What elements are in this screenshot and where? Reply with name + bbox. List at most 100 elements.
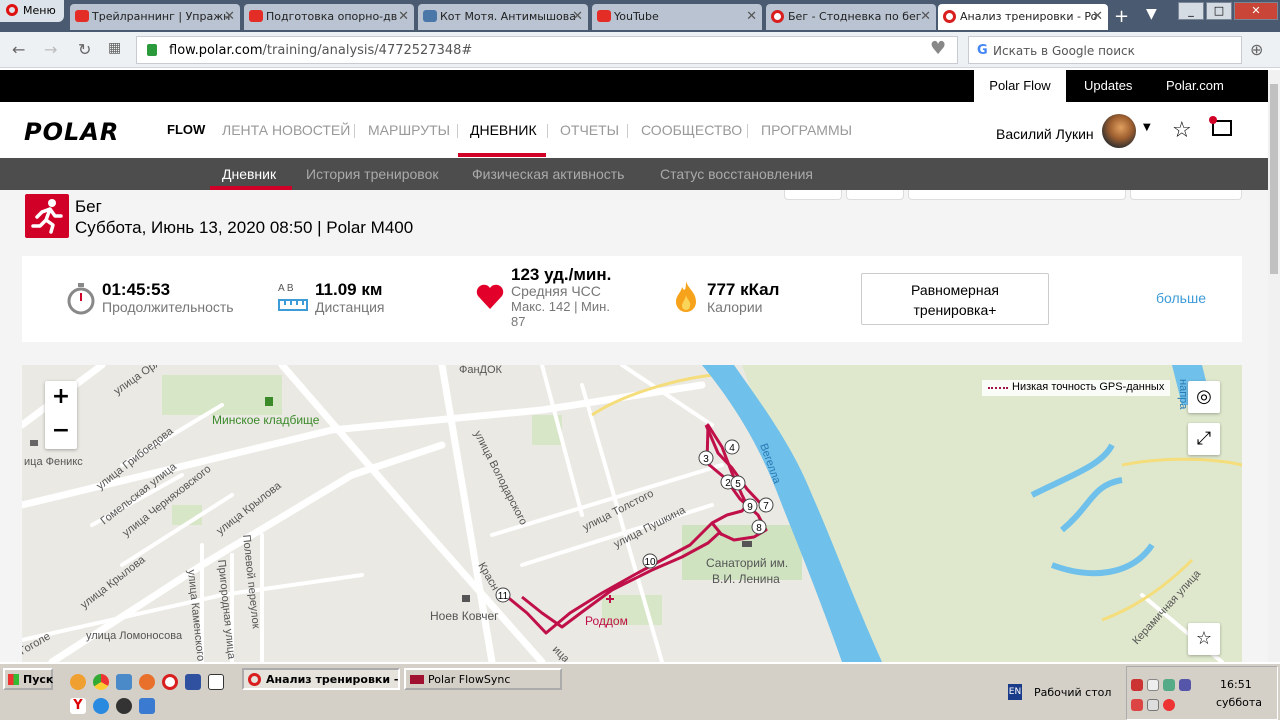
- browser-menu-button[interactable]: Меню: [0, 0, 64, 22]
- distance-value: 11.09 км: [315, 280, 383, 299]
- language-indicator[interactable]: EN: [1008, 684, 1022, 700]
- benefit-line-2: тренировка+: [913, 302, 997, 318]
- close-tab-icon[interactable]: ✕: [398, 9, 409, 24]
- tray-icon[interactable]: [1131, 699, 1143, 711]
- km-marker[interactable]: 11: [495, 587, 511, 603]
- duration-value: 01:45:53: [102, 280, 171, 299]
- forward-arrow-icon[interactable]: →: [44, 40, 57, 59]
- nav-programs[interactable]: ПРОГРАММЫ: [761, 122, 852, 138]
- updates-link[interactable]: Updates: [1084, 70, 1132, 102]
- flow-label: FLOW: [167, 122, 206, 137]
- close-window-icon[interactable]: ✕: [1234, 2, 1278, 20]
- tray-icon[interactable]: [1179, 679, 1191, 691]
- back-arrow-icon[interactable]: ←: [12, 40, 25, 59]
- close-tab-icon[interactable]: ✕: [920, 9, 931, 24]
- close-tab-icon[interactable]: ✕: [224, 9, 235, 24]
- nav-routes[interactable]: МАРШРУТЫ: [368, 122, 450, 138]
- close-tab-icon[interactable]: ✕: [572, 9, 583, 24]
- internet-explorer-icon[interactable]: [93, 698, 109, 714]
- url-field[interactable]: flow.polar.com/training/analysis/4772527…: [136, 36, 958, 64]
- fullscreen-icon[interactable]: ⤢: [1188, 423, 1220, 455]
- tab-analiz-trenirovki[interactable]: Анализ тренировки - Po ✕: [938, 4, 1108, 30]
- km-marker[interactable]: 9: [742, 498, 758, 514]
- tray-icon[interactable]: [1147, 699, 1159, 711]
- minimize-window-icon[interactable]: _: [1178, 2, 1204, 20]
- map-label: Минское кладбище: [212, 413, 320, 427]
- yandex-icon[interactable]: Y: [70, 698, 86, 714]
- scrollbar-thumb[interactable]: [1270, 84, 1278, 274]
- km-marker[interactable]: 5: [730, 475, 746, 491]
- maximize-window-icon[interactable]: □: [1206, 2, 1232, 20]
- tab-youtube[interactable]: YouTube ✕: [592, 4, 762, 30]
- firefox-icon[interactable]: [139, 674, 155, 690]
- km-marker[interactable]: 4: [724, 439, 740, 455]
- polar-flow-link[interactable]: Polar Flow: [974, 70, 1066, 102]
- quicklaunch-app-icon[interactable]: [70, 674, 86, 690]
- favorite-route-star-icon[interactable]: ☆: [1188, 623, 1220, 655]
- polar-logo[interactable]: POLAR: [24, 118, 119, 146]
- search-field[interactable]: G Искать в Google поиск: [968, 36, 1242, 64]
- toolbar-button[interactable]: [784, 190, 842, 200]
- close-tab-icon[interactable]: ✕: [746, 9, 757, 24]
- tray-icon[interactable]: [1163, 679, 1175, 691]
- distance-label: Дистанция: [315, 299, 385, 315]
- user-name[interactable]: Василий Лукин: [996, 126, 1094, 142]
- tray-icon[interactable]: [1147, 679, 1159, 691]
- media-player-icon[interactable]: [116, 698, 132, 714]
- polar-com-link[interactable]: Polar.com: [1166, 70, 1224, 102]
- save-disk-icon[interactable]: [185, 674, 201, 690]
- tab-kot-motya[interactable]: Кот Мотя. Антимышова ✕: [418, 4, 588, 30]
- toolbar-button[interactable]: [846, 190, 904, 200]
- subnav-recovery-status[interactable]: Статус восстановления: [660, 166, 813, 182]
- close-tab-icon[interactable]: ✕: [1092, 9, 1103, 24]
- subnav-training-history[interactable]: История тренировок: [306, 166, 438, 182]
- taskbar-opera-window[interactable]: Анализ тренировки - ...: [242, 668, 400, 690]
- tray-icon[interactable]: [1131, 679, 1143, 691]
- zoom-out-button[interactable]: −: [45, 415, 77, 449]
- training-benefit-button[interactable]: Равномерная тренировка+: [861, 273, 1049, 325]
- km-marker[interactable]: 3: [698, 450, 714, 466]
- chevron-down-icon[interactable]: ▼: [1143, 122, 1151, 133]
- nav-separator: [547, 124, 548, 138]
- toolbar-button[interactable]: [1130, 190, 1242, 200]
- toolbar-button[interactable]: [908, 190, 1126, 200]
- reload-icon[interactable]: ↻: [78, 40, 91, 59]
- notifications-icon[interactable]: [1209, 116, 1232, 136]
- km-marker[interactable]: 7: [758, 497, 774, 513]
- subnav-diary[interactable]: Дневник: [222, 166, 276, 182]
- tab-trailrunning[interactable]: Трейлраннинг | Упражн ✕: [70, 4, 240, 30]
- chrome-icon[interactable]: [93, 674, 109, 690]
- quicklaunch-app-icon[interactable]: [139, 698, 155, 714]
- subnav-physical-activity[interactable]: Физическая активность: [472, 166, 624, 182]
- bookmark-heart-icon[interactable]: ♥: [930, 38, 946, 59]
- route-map[interactable]: улица Орл ФанДОК Минское кладбище улица …: [22, 365, 1242, 662]
- nav-diary[interactable]: ДНЕВНИК: [470, 122, 537, 138]
- km-marker[interactable]: 10: [642, 553, 658, 569]
- tab-podgotovka[interactable]: Подготовка опорно-дв ✕: [244, 4, 414, 30]
- calculator-icon[interactable]: [208, 674, 224, 690]
- avatar[interactable]: [1102, 114, 1136, 148]
- more-link[interactable]: больше: [1156, 290, 1206, 306]
- map-label: Ноев Ковчег: [430, 609, 499, 623]
- tab-menu-icon[interactable]: ▼: [1146, 6, 1157, 22]
- new-tab-icon[interactable]: +: [1114, 6, 1129, 27]
- site-header: POLAR FLOW ЛЕНТА НОВОСТЕЙ МАРШРУТЫ ДНЕВН…: [0, 102, 1268, 158]
- opera-icon[interactable]: [162, 674, 178, 690]
- start-button[interactable]: Пуск: [3, 668, 53, 690]
- km-marker[interactable]: 8: [751, 519, 767, 535]
- nav-reports[interactable]: ОТЧЕТЫ: [560, 122, 619, 138]
- tab-beg-stodnevka[interactable]: Бег - Стодневка по бег ✕: [766, 4, 936, 30]
- vk-icon: [423, 10, 437, 22]
- zoom-in-button[interactable]: +: [45, 381, 77, 415]
- speed-dial-icon[interactable]: ▦: [108, 40, 121, 56]
- quicklaunch-app-icon[interactable]: [116, 674, 132, 690]
- nav-news[interactable]: ЛЕНТА НОВОСТЕЙ: [222, 122, 350, 138]
- taskbar-flowsync-window[interactable]: Polar FlowSync: [404, 668, 562, 690]
- page-scrollbar[interactable]: [1268, 70, 1280, 662]
- favorites-star-icon[interactable]: ☆: [1172, 118, 1192, 143]
- nav-community[interactable]: СООБЩЕСТВО: [641, 122, 742, 138]
- tray-icon[interactable]: [1163, 699, 1175, 711]
- locate-icon[interactable]: ◎: [1188, 381, 1220, 413]
- desktop-toolbar-label[interactable]: Рабочий стол: [1034, 686, 1111, 699]
- download-icon[interactable]: ⊕: [1250, 40, 1263, 59]
